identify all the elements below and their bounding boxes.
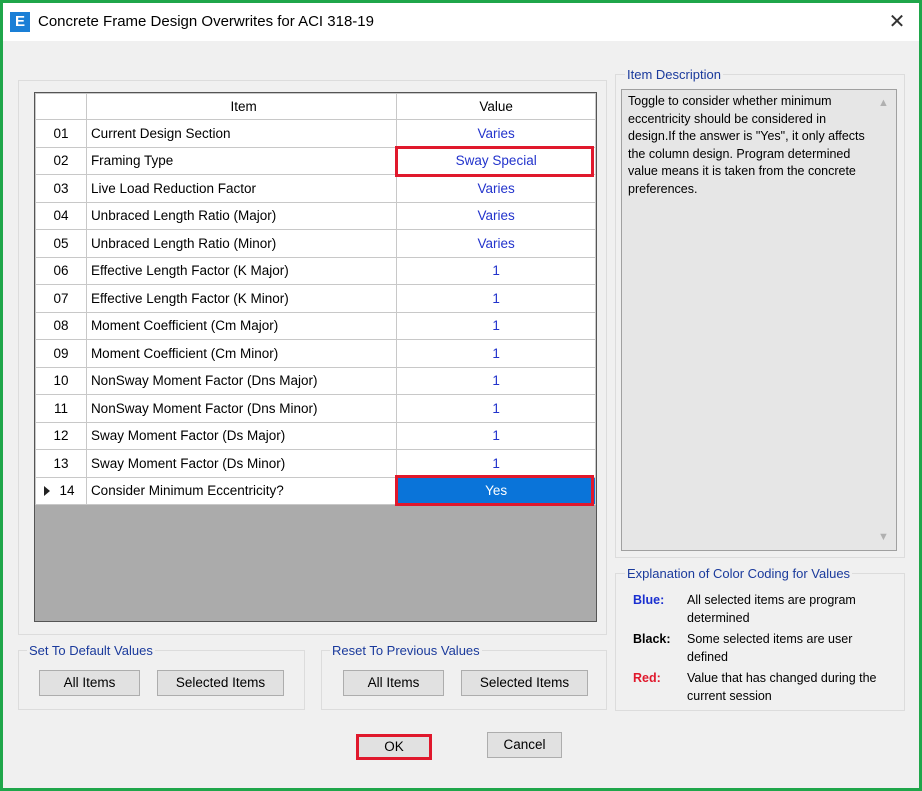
table-row[interactable]: 12 Sway Moment Factor (Ds Major) 1 bbox=[35, 421, 596, 450]
item-description-label: Item Description bbox=[625, 67, 723, 82]
row-number: 11 bbox=[35, 394, 87, 423]
row-number-text: 14 bbox=[59, 483, 75, 499]
cancel-button[interactable]: Cancel bbox=[487, 732, 562, 758]
item-description-box: Toggle to consider whether minimum eccen… bbox=[621, 89, 897, 551]
row-number: 04 bbox=[35, 201, 87, 230]
reset-selected-items-button[interactable]: Selected Items bbox=[461, 670, 588, 696]
etabs-app-icon: E bbox=[10, 12, 30, 32]
row-value-cell[interactable]: 1 bbox=[396, 311, 596, 340]
header-item[interactable]: Item bbox=[85, 93, 398, 120]
row-item-label: Sway Moment Factor (Ds Major) bbox=[85, 421, 398, 450]
row-value-cell[interactable]: 1 bbox=[396, 339, 596, 368]
row-number: 01 bbox=[35, 119, 87, 148]
table-row[interactable]: 11 NonSway Moment Factor (Dns Minor) 1 bbox=[35, 394, 596, 423]
row-item-label: Effective Length Factor (K Minor) bbox=[85, 284, 398, 313]
row-number-text: 04 bbox=[53, 208, 69, 224]
row-item-label: Moment Coefficient (Cm Minor) bbox=[85, 339, 398, 368]
highlight-framing-type bbox=[395, 146, 594, 177]
row-item-label: Moment Coefficient (Cm Major) bbox=[85, 311, 398, 340]
row-item-label: Current Design Section bbox=[85, 119, 398, 148]
table-row[interactable]: 03 Live Load Reduction Factor Varies bbox=[35, 174, 596, 203]
legend-key: Black: bbox=[633, 632, 671, 646]
row-number-text: 13 bbox=[53, 455, 69, 471]
row-value-cell[interactable]: 1 bbox=[396, 366, 596, 395]
row-number-text: 11 bbox=[53, 400, 68, 416]
row-item-label: Unbraced Length Ratio (Major) bbox=[85, 201, 398, 230]
row-item-label: Sway Moment Factor (Ds Minor) bbox=[85, 449, 398, 478]
row-item-label: NonSway Moment Factor (Dns Major) bbox=[85, 366, 398, 395]
row-item-label: Effective Length Factor (K Major) bbox=[85, 256, 398, 285]
row-number-text: 08 bbox=[53, 318, 69, 334]
row-number: 05 bbox=[35, 229, 87, 258]
reset-previous-label: Reset To Previous Values bbox=[330, 643, 482, 658]
row-number-text: 02 bbox=[53, 153, 69, 169]
table-row[interactable]: 10 NonSway Moment Factor (Dns Major) 1 bbox=[35, 366, 596, 395]
highlight-min-eccentricity bbox=[395, 475, 594, 506]
row-number-text: 01 bbox=[53, 125, 69, 141]
row-number: 09 bbox=[35, 339, 87, 368]
current-row-arrow-icon bbox=[44, 485, 50, 496]
row-number-text: 05 bbox=[53, 235, 69, 251]
reset-all-items-button[interactable]: All Items bbox=[343, 670, 444, 696]
scroll-up-icon[interactable]: ▲ bbox=[878, 98, 889, 109]
row-value-cell[interactable]: 1 bbox=[396, 284, 596, 313]
table-row[interactable]: 13 Sway Moment Factor (Ds Minor) 1 bbox=[35, 449, 596, 478]
legend-key: Blue: bbox=[633, 593, 665, 607]
close-icon[interactable]: ✕ bbox=[885, 10, 909, 34]
row-number-text: 06 bbox=[53, 263, 69, 279]
table-row[interactable]: 09 Moment Coefficient (Cm Minor) 1 bbox=[35, 339, 596, 368]
table-row[interactable]: 08 Moment Coefficient (Cm Major) 1 bbox=[35, 311, 596, 340]
legend-description: Value that has changed during the curren… bbox=[687, 671, 877, 703]
dialog-title: Concrete Frame Design Overwrites for ACI… bbox=[38, 13, 374, 30]
row-number: 12 bbox=[35, 421, 87, 450]
table-row[interactable]: 04 Unbraced Length Ratio (Major) Varies bbox=[35, 201, 596, 230]
row-number: 03 bbox=[35, 174, 87, 203]
row-value-cell[interactable]: Varies bbox=[396, 201, 596, 230]
row-value-cell[interactable]: 1 bbox=[396, 421, 596, 450]
row-number: 06 bbox=[35, 256, 87, 285]
ok-button[interactable]: OK bbox=[356, 734, 432, 760]
row-item-label: Live Load Reduction Factor bbox=[85, 174, 398, 203]
row-number-text: 03 bbox=[53, 180, 69, 196]
set-default-label: Set To Default Values bbox=[27, 643, 155, 658]
default-all-items-button[interactable]: All Items bbox=[39, 670, 140, 696]
legend-description: Some selected items are user defined bbox=[687, 632, 853, 664]
table-row[interactable]: 07 Effective Length Factor (K Minor) 1 bbox=[35, 284, 596, 313]
row-item-label: NonSway Moment Factor (Dns Minor) bbox=[85, 394, 398, 423]
header-value[interactable]: Value bbox=[396, 93, 596, 120]
row-value-cell[interactable]: 1 bbox=[396, 394, 596, 423]
header-number bbox=[35, 93, 87, 120]
legend-description: All selected items are program determine… bbox=[687, 593, 856, 625]
row-number: 14 bbox=[35, 476, 87, 505]
row-number-text: 10 bbox=[53, 373, 69, 389]
default-selected-items-button[interactable]: Selected Items bbox=[157, 670, 284, 696]
table-row[interactable]: 01 Current Design Section Varies bbox=[35, 119, 596, 148]
color-coding-label: Explanation of Color Coding for Values bbox=[625, 566, 853, 581]
row-number: 08 bbox=[35, 311, 87, 340]
table-header-row: Item Value bbox=[35, 93, 596, 120]
row-value-cell[interactable]: Varies bbox=[396, 174, 596, 203]
row-item-label: Unbraced Length Ratio (Minor) bbox=[85, 229, 398, 258]
row-value-cell[interactable]: Varies bbox=[396, 119, 596, 148]
row-number: 07 bbox=[35, 284, 87, 313]
row-number-text: 07 bbox=[53, 290, 69, 306]
row-number-text: 12 bbox=[53, 428, 69, 444]
row-number: 02 bbox=[35, 146, 87, 175]
table-row[interactable]: 05 Unbraced Length Ratio (Minor) Varies bbox=[35, 229, 596, 258]
row-item-label: Framing Type bbox=[85, 146, 398, 175]
table-row[interactable]: 06 Effective Length Factor (K Major) 1 bbox=[35, 256, 596, 285]
row-number-text: 09 bbox=[53, 345, 69, 361]
item-description-text: Toggle to consider whether minimum eccen… bbox=[628, 94, 865, 196]
row-number: 10 bbox=[35, 366, 87, 395]
row-number: 13 bbox=[35, 449, 87, 478]
row-value-cell[interactable]: Varies bbox=[396, 229, 596, 258]
scroll-down-icon[interactable]: ▼ bbox=[878, 532, 889, 543]
title-bar: E Concrete Frame Design Overwrites for A… bbox=[3, 3, 919, 41]
row-value-cell[interactable]: 1 bbox=[396, 449, 596, 478]
row-item-label: Consider Minimum Eccentricity? bbox=[85, 476, 398, 505]
legend-key: Red: bbox=[633, 671, 661, 685]
row-value-cell[interactable]: 1 bbox=[396, 256, 596, 285]
table-body: 01 Current Design Section Varies 02 Framing … bbox=[35, 119, 596, 505]
